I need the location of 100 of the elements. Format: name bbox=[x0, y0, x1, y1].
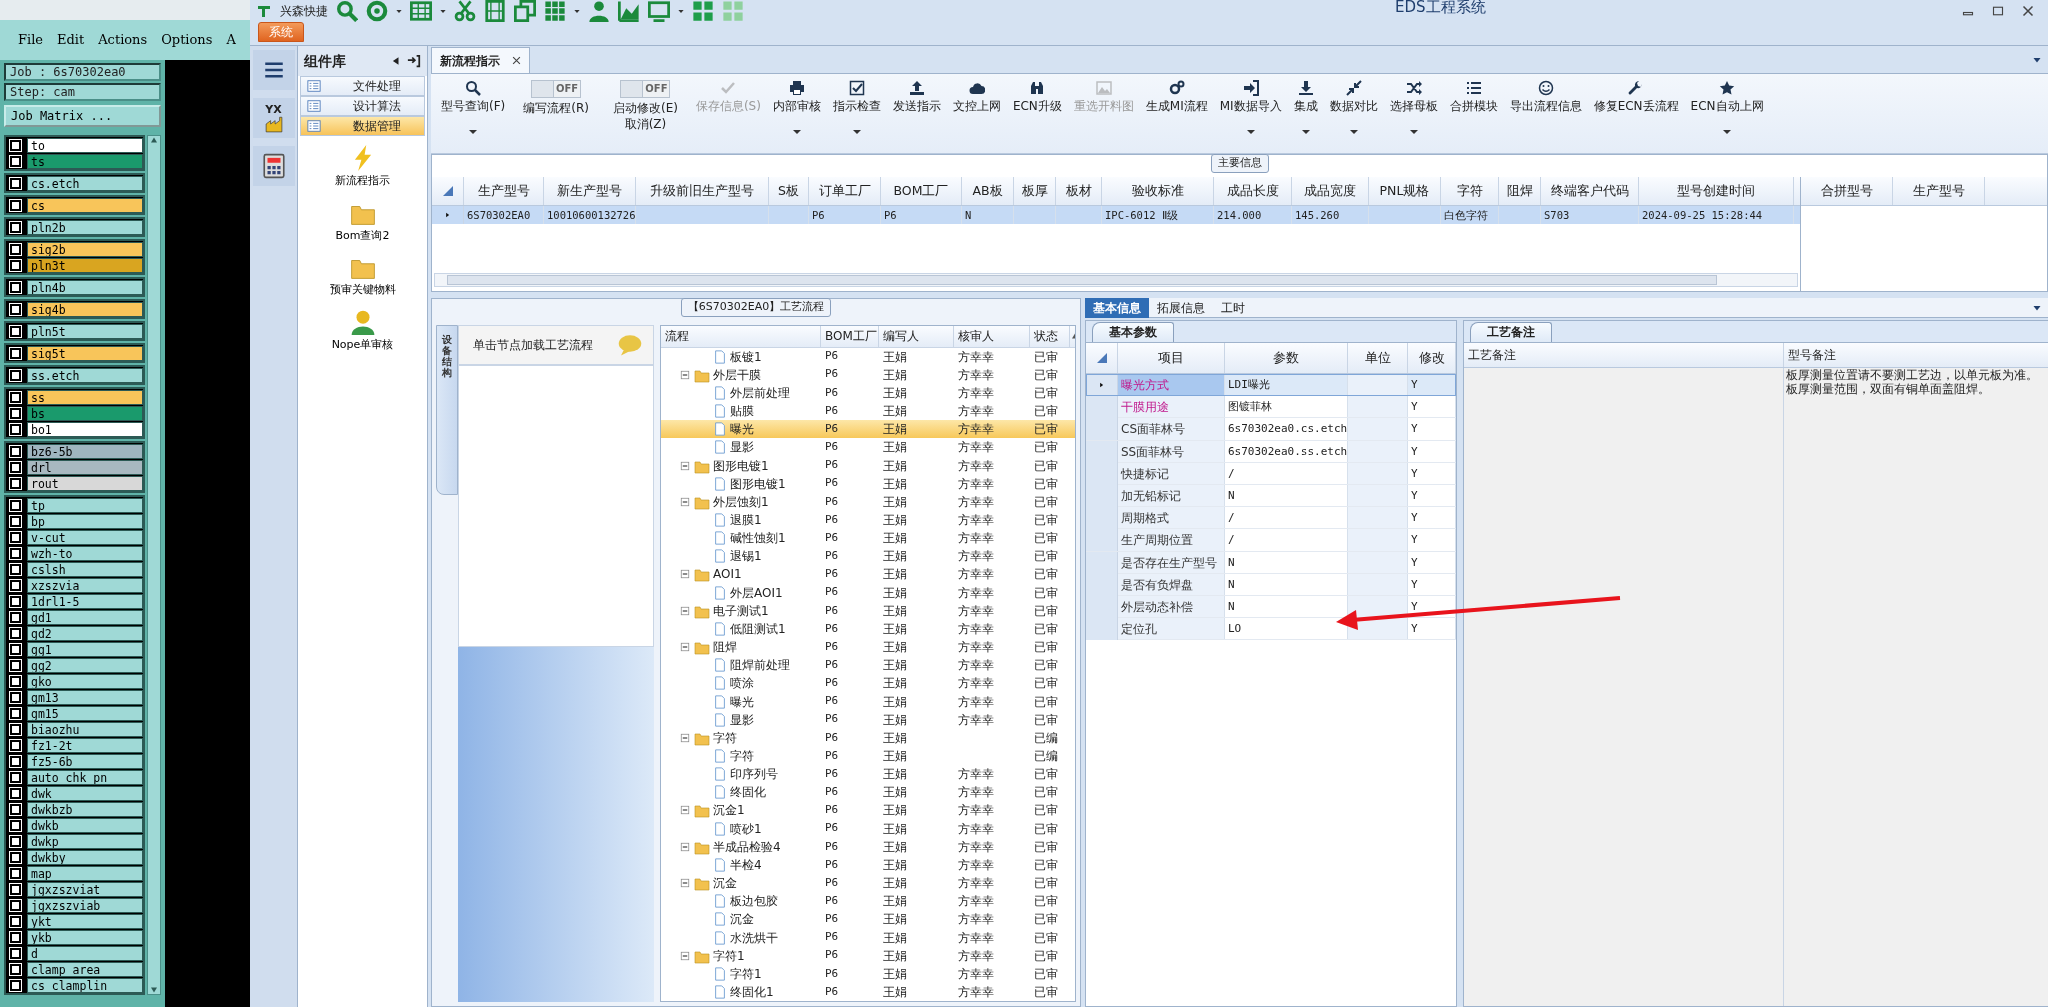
layer-checkbox[interactable] bbox=[10, 659, 21, 671]
layer-name[interactable]: cs_clamplin bbox=[27, 977, 143, 993]
toolbar-button[interactable]: 内部审核 bbox=[766, 78, 827, 136]
column-header[interactable]: 核审人 bbox=[954, 325, 1030, 347]
menu-button[interactable] bbox=[252, 50, 295, 90]
tree-row[interactable]: 阻焊 P6 王娟 方幸幸 已审 bbox=[661, 638, 1075, 657]
scrollbar[interactable] bbox=[147, 135, 161, 995]
layer-checkbox[interactable] bbox=[10, 691, 21, 703]
layer-checkbox[interactable] bbox=[10, 177, 21, 189]
toolbar-button[interactable]: 选择母板 bbox=[1383, 78, 1444, 136]
column-header[interactable]: 生产型号 bbox=[464, 176, 544, 205]
tree-row[interactable]: 图形电镀1 P6 王娟 方幸幸 已审 bbox=[661, 474, 1075, 493]
layer-name[interactable]: v-cut bbox=[27, 529, 143, 545]
layer-checkbox[interactable] bbox=[10, 723, 21, 735]
tree-row[interactable]: 曝光 P6 王娟 方幸幸 已审 bbox=[661, 420, 1075, 439]
layer-name[interactable]: gd1 bbox=[27, 609, 143, 625]
menu-item[interactable]: Edit bbox=[57, 30, 85, 50]
column-header[interactable]: 验收标准 bbox=[1102, 176, 1214, 205]
tree-row[interactable]: 板镀1 P6 王娟 方幸幸 已审 bbox=[661, 347, 1075, 366]
column-header[interactable]: 流程 bbox=[661, 325, 821, 347]
tree-row[interactable]: 外层蚀刻1 P6 王娟 方幸幸 已审 bbox=[661, 492, 1075, 511]
layer-name[interactable]: ykt bbox=[27, 913, 143, 929]
column-header[interactable]: 成品长度 bbox=[1214, 176, 1292, 205]
tree-row[interactable]: AOI1 P6 王娟 方幸幸 已审 bbox=[661, 565, 1075, 584]
layer-name[interactable]: ykb bbox=[27, 929, 143, 945]
column-header[interactable]: 单位 bbox=[1348, 343, 1408, 373]
collapse-icon[interactable] bbox=[679, 877, 691, 890]
menu-item[interactable]: Actions bbox=[98, 30, 148, 50]
column-header[interactable]: 板材 bbox=[1056, 176, 1102, 205]
table-row[interactable]: 是否有负焊盘 N Y bbox=[1086, 573, 1456, 596]
layer-name[interactable]: sig5t bbox=[27, 345, 143, 361]
toolbar-button[interactable]: 集成 bbox=[1287, 78, 1324, 136]
layer-checkbox[interactable] bbox=[10, 851, 21, 863]
tree-row[interactable]: 字符1 P6 王娟 方幸幸 已审 bbox=[661, 946, 1075, 965]
table-row[interactable]: CS面菲林号 6s70302ea0.cs.etch Y bbox=[1086, 418, 1456, 441]
layer-checkbox[interactable] bbox=[10, 477, 21, 489]
pin-icon[interactable] bbox=[407, 54, 421, 68]
tree-row[interactable]: 沉金1 P6 王娟 方幸幸 已审 bbox=[661, 801, 1075, 820]
tree-row[interactable]: 终固化1 P6 王娟 方幸幸 已审 bbox=[661, 982, 1075, 1001]
library-item[interactable]: 文件处理 bbox=[300, 76, 425, 96]
panel-tab[interactable]: 工艺备注 bbox=[1470, 322, 1552, 342]
layer-checkbox[interactable] bbox=[10, 819, 21, 831]
layer-checkbox[interactable] bbox=[10, 883, 21, 895]
tree-row[interactable]: 字符 P6 王娟 已编 bbox=[661, 728, 1075, 747]
toolbar-button[interactable]: 文控上网 bbox=[946, 78, 1007, 116]
table-row[interactable]: 定位孔 LO Y bbox=[1086, 618, 1456, 641]
tree-row[interactable]: 印序列号 P6 王娟 方幸幸 已审 bbox=[661, 765, 1075, 784]
library-tile[interactable]: 预审关键物料 bbox=[298, 253, 427, 300]
layer-checkbox[interactable] bbox=[10, 611, 21, 623]
column-header[interactable]: 订单工厂 bbox=[809, 176, 881, 205]
layer-checkbox[interactable] bbox=[10, 771, 21, 783]
window-tiles-icon[interactable] bbox=[722, 0, 744, 22]
document-tab[interactable]: 新流程指示 bbox=[431, 47, 530, 73]
dropdown-icon[interactable] bbox=[2032, 55, 2042, 64]
menu-item[interactable]: Options bbox=[161, 30, 213, 50]
layer-name[interactable]: pln2b bbox=[27, 219, 143, 235]
scissors-icon[interactable] bbox=[454, 0, 476, 22]
table-icon[interactable] bbox=[410, 0, 432, 22]
close-icon[interactable] bbox=[512, 56, 521, 65]
toolbar-button[interactable]: 发送指示 bbox=[886, 78, 947, 116]
dropdown-icon[interactable] bbox=[2032, 303, 2042, 312]
monitor-icon[interactable] bbox=[648, 0, 670, 22]
layer-checkbox[interactable] bbox=[10, 139, 21, 151]
layer-name[interactable]: gg2 bbox=[27, 657, 143, 673]
detail-tab[interactable]: 基本信息 bbox=[1085, 298, 1149, 318]
table-row[interactable]: 快捷标记 / Y bbox=[1086, 462, 1456, 485]
tree-row[interactable]: 外层AOI1 P6 王娟 方幸幸 已审 bbox=[661, 583, 1075, 602]
tree-row[interactable]: 字符 P6 王娟 已编 bbox=[661, 746, 1075, 766]
tree-row[interactable]: 喷砂1 P6 王娟 方幸幸 已审 bbox=[661, 819, 1075, 838]
layer-checkbox[interactable] bbox=[10, 547, 21, 559]
layer-name[interactable]: fz5-6b bbox=[27, 753, 143, 769]
layer-checkbox[interactable] bbox=[10, 281, 21, 293]
layer-name[interactable]: bp bbox=[27, 513, 143, 529]
column-header[interactable]: 状态 bbox=[1030, 325, 1070, 347]
layer-name[interactable]: dwk bbox=[27, 785, 143, 801]
layer-name[interactable]: gd2 bbox=[27, 625, 143, 641]
layer-name[interactable]: fz1-2t bbox=[27, 737, 143, 753]
detail-tab[interactable]: 拓展信息 bbox=[1149, 298, 1213, 318]
tree-row[interactable]: 阻焊前处理 P6 王娟 方幸幸 已审 bbox=[661, 656, 1075, 675]
table-row[interactable]: 周期格式 / Y bbox=[1086, 507, 1456, 530]
layer-name[interactable]: jgxzszviat bbox=[27, 881, 143, 897]
layer-checkbox[interactable] bbox=[10, 979, 21, 991]
job-matrix-button[interactable]: Job Matrix ... bbox=[4, 105, 161, 127]
search-icon[interactable] bbox=[336, 0, 358, 22]
layer-checkbox[interactable] bbox=[10, 627, 21, 639]
layer-checkbox[interactable] bbox=[10, 787, 21, 799]
layer-name[interactable]: tp bbox=[27, 497, 143, 513]
layer-checkbox[interactable] bbox=[10, 221, 21, 233]
layer-checkbox[interactable] bbox=[10, 915, 21, 927]
layer-checkbox[interactable] bbox=[10, 931, 21, 943]
toggle-switch[interactable]: OFF bbox=[531, 80, 582, 98]
layer-name[interactable]: ss.etch bbox=[27, 367, 143, 383]
layer-name[interactable]: gko bbox=[27, 673, 143, 689]
tree-row[interactable]: 图形电镀1 P6 王娟 方幸幸 已审 bbox=[661, 456, 1075, 475]
person-icon[interactable] bbox=[588, 0, 610, 22]
layer-name[interactable]: pln3t bbox=[27, 257, 143, 273]
column-header[interactable]: 阻焊 bbox=[1499, 176, 1541, 205]
panel-tab[interactable]: 基本参数 bbox=[1092, 322, 1174, 342]
tree-row[interactable]: 水洗烘干 P6 王娟 方幸幸 已审 bbox=[661, 928, 1075, 947]
layer-checkbox[interactable] bbox=[10, 391, 21, 403]
